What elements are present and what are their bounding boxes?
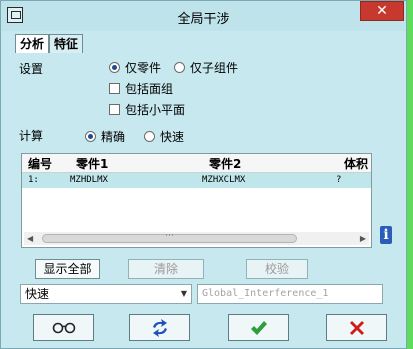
cell-part2: MZHXCLMX: [202, 175, 246, 185]
tab-features[interactable]: 特征: [49, 34, 84, 53]
table-header: 编号 零件1 零件2 体积: [22, 154, 371, 173]
refresh-icon: [152, 318, 167, 337]
cancel-button[interactable]: [326, 314, 387, 341]
tab-analysis[interactable]: 分析: [15, 34, 50, 53]
check-include-facets-box[interactable]: [109, 104, 120, 115]
radio-exact-indicator[interactable]: [85, 131, 96, 142]
chevron-down-icon[interactable]: ▼: [181, 285, 187, 303]
close-button[interactable]: ✕: [360, 1, 404, 21]
column-header-part2[interactable]: 零件2: [209, 155, 241, 172]
settings-label: 设置: [19, 62, 44, 76]
radio-parts-only-indicator[interactable]: [109, 62, 120, 73]
glasses-preview-button[interactable]: [33, 314, 94, 341]
cell-part1: MZHDLMX: [70, 175, 108, 185]
horizontal-scrollbar[interactable]: ◀ ⋯ ▶: [24, 231, 369, 245]
interference-table[interactable]: 编号 零件1 零件2 体积 1: MZHDLMX MZHXCLMX ? ◀ ⋯ …: [21, 153, 372, 248]
dialog-window: 全局干涉 ✕ 分析 特征 设置 仅零件 仅子组件 包括面组 包括小平面 计算 精确…: [0, 0, 407, 349]
interference-name-input[interactable]: Global_Interference_1: [197, 284, 383, 304]
show-all-button[interactable]: 显示全部: [35, 259, 100, 279]
repeat-button[interactable]: [129, 314, 190, 341]
checkmark-icon: [250, 320, 267, 335]
scroll-right-arrow[interactable]: ▶: [360, 234, 366, 243]
verify-button[interactable]: 校验: [246, 259, 308, 279]
check-include-facets[interactable]: 包括小平面: [109, 101, 185, 118]
mode-select[interactable]: 快速 ▼: [20, 284, 192, 304]
scroll-grip: ⋯: [165, 231, 174, 241]
scroll-left-arrow[interactable]: ◀: [27, 234, 33, 243]
window-title: 全局干涉: [177, 12, 230, 27]
radio-subassemblies-only[interactable]: 仅子组件: [174, 59, 238, 76]
table-row[interactable]: 1: MZHDLMX MZHXCLMX ?: [22, 173, 371, 188]
info-icon[interactable]: i: [380, 226, 392, 244]
glasses-icon: [52, 322, 75, 333]
title-bar: 全局干涉 ✕: [1, 1, 406, 31]
column-header-number[interactable]: 编号: [28, 155, 52, 172]
mode-select-value: 快速: [25, 287, 50, 301]
radio-subassemblies-only-label: 仅子组件: [190, 61, 239, 75]
radio-subassemblies-only-indicator[interactable]: [174, 62, 185, 73]
radio-parts-only-label: 仅零件: [125, 61, 162, 75]
ok-button[interactable]: [228, 314, 289, 341]
scroll-thumb[interactable]: ⋯: [42, 231, 297, 243]
clear-button[interactable]: 清除: [128, 259, 204, 279]
compute-label: 计算: [19, 129, 44, 143]
radio-exact[interactable]: 精确: [85, 128, 125, 145]
cell-number: 1:: [28, 175, 39, 185]
radio-quick-label: 快速: [160, 130, 185, 144]
radio-quick-indicator[interactable]: [144, 131, 155, 142]
radio-exact-label: 精确: [101, 130, 126, 144]
check-include-quilts-box[interactable]: [109, 83, 120, 94]
column-header-volume[interactable]: 体积: [344, 155, 368, 172]
check-include-facets-label: 包括小平面: [125, 103, 186, 117]
tab-bar: 分析 特征: [15, 34, 84, 54]
column-header-part1[interactable]: 零件1: [76, 155, 108, 172]
check-include-quilts[interactable]: 包括面组: [109, 80, 173, 97]
radio-quick[interactable]: 快速: [144, 128, 184, 145]
radio-parts-only[interactable]: 仅零件: [109, 59, 161, 76]
check-include-quilts-label: 包括面组: [125, 82, 174, 96]
cell-volume: ?: [336, 175, 342, 185]
x-icon: [349, 320, 364, 335]
